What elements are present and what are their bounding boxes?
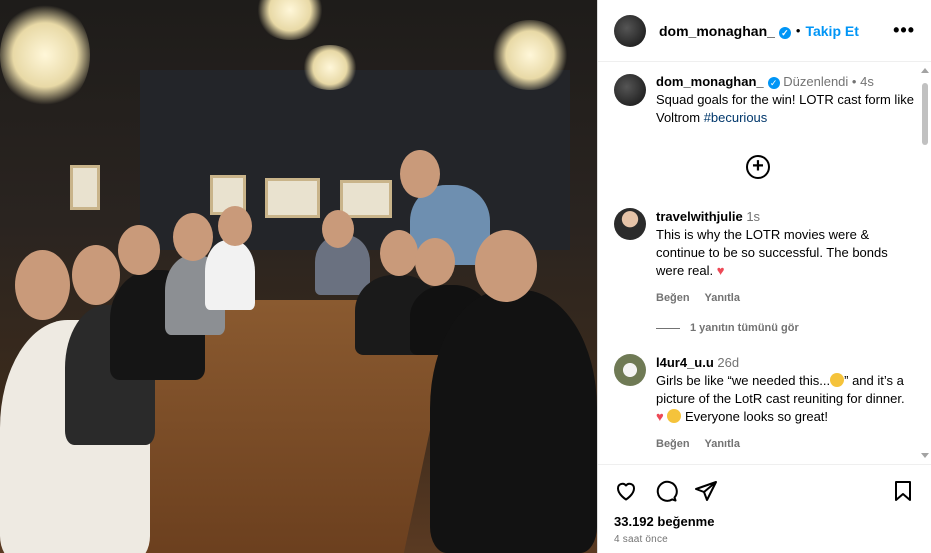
comment-avatar[interactable] [614, 208, 646, 240]
post-caption: dom_monaghan_ ✓ Düzenlendi • 4s Squad goa… [614, 73, 914, 127]
more-options-icon[interactable]: ••• [893, 20, 915, 41]
load-more-comments-icon[interactable]: + [746, 155, 770, 179]
caption-edited: Düzenlendi [783, 74, 849, 89]
like-count[interactable]: 33.192 beğenme [614, 514, 714, 529]
comment-body: l4ur4_u.u 26d Girls be like “we needed t… [656, 354, 914, 453]
photo-head [15, 250, 70, 320]
comment-item: travelwithjulie 1s This is why the LOTR … [614, 208, 914, 307]
comments-scrollbar[interactable] [921, 65, 929, 461]
photo-wall-frame [70, 165, 100, 210]
comment-username[interactable]: travelwithjulie [656, 209, 743, 224]
photo-head [218, 206, 252, 246]
post-footer: 33.192 beğenme 4 saat önce [598, 464, 931, 553]
caption-username[interactable]: dom_monaghan_ [656, 74, 764, 89]
comment-username[interactable]: l4ur4_u.u [656, 355, 714, 370]
photo-head [72, 245, 120, 305]
caption-hashtag[interactable]: #becurious [704, 110, 768, 125]
photo-lamp [300, 45, 360, 90]
author-username[interactable]: dom_monaghan_ ✓ [659, 23, 791, 39]
photo-head [400, 150, 440, 198]
photo-head [475, 230, 537, 302]
scroll-up-arrow-icon[interactable] [921, 68, 929, 73]
replies-line [656, 327, 680, 329]
comment-body: travelwithjulie 1s This is why the LOTR … [656, 208, 914, 307]
reply-comment-button[interactable]: Yanıtla [704, 438, 739, 450]
bookmark-icon[interactable] [891, 479, 915, 503]
comments-list: dom_monaghan_ ✓ Düzenlendi • 4s Squad goa… [598, 62, 931, 464]
caption-body: dom_monaghan_ ✓ Düzenlendi • 4s Squad goa… [656, 73, 914, 127]
photo-person [430, 290, 597, 553]
comment-text: Everyone looks so great! [681, 409, 829, 424]
share-send-icon[interactable] [694, 479, 718, 503]
comment-avatar[interactable] [614, 354, 646, 386]
reply-comment-button[interactable]: Yanıtla [704, 292, 739, 304]
comment-age: 26d [717, 355, 740, 370]
like-comment-button[interactable]: Beğen [656, 438, 690, 450]
caption-avatar[interactable] [614, 74, 646, 106]
scroll-down-arrow-icon[interactable] [921, 453, 929, 458]
red-heart-emoji-icon: ♥ [656, 409, 664, 424]
like-heart-icon[interactable] [614, 479, 638, 503]
caption-text: Squad goals for the win! LOTR cast form … [656, 92, 914, 125]
post-photo[interactable] [0, 0, 597, 553]
separator-dot: • [795, 23, 801, 38]
photo-head [118, 225, 160, 275]
post-sidebar: dom_monaghan_ ✓ • Takip Et ••• dom_monagh… [597, 0, 931, 553]
caption-age: 4s [860, 74, 874, 89]
verified-badge-icon: ✓ [778, 26, 791, 39]
author-avatar[interactable] [614, 14, 646, 47]
separator-dot: • [851, 74, 857, 89]
post-header: dom_monaghan_ ✓ • Takip Et ••• [598, 0, 931, 62]
post-actions [614, 479, 718, 503]
photo-lamp [0, 0, 90, 110]
photo-lamp [255, 0, 325, 40]
comment-actions: Beğen Yanıtla [656, 435, 914, 453]
view-replies-button[interactable]: 1 yanıtın tümünü gör [656, 322, 799, 334]
photo-wall-frame [340, 180, 392, 218]
comment-text: This is why the LOTR movies were & conti… [656, 227, 888, 278]
photo-person [205, 240, 255, 310]
grimacing-face-emoji-icon [667, 409, 682, 423]
red-heart-emoji-icon: ♥ [716, 263, 725, 278]
comment-age: 1s [746, 209, 761, 224]
follow-button[interactable]: Takip Et [805, 23, 858, 39]
like-comment-button[interactable]: Beğen [656, 292, 690, 304]
photo-head [173, 213, 213, 261]
unamused-face-emoji-icon [830, 373, 845, 387]
photo-head [322, 210, 354, 248]
photo-lamp [490, 20, 570, 90]
view-replies-label: 1 yanıtın tümünü gör [690, 322, 799, 334]
comment-bubble-icon[interactable] [654, 479, 678, 503]
comment-item: l4ur4_u.u 26d Girls be like “we needed t… [614, 354, 914, 453]
post-time[interactable]: 4 saat önce [614, 534, 668, 545]
photo-head [380, 230, 418, 276]
photo-head [415, 238, 455, 286]
verified-badge-icon: ✓ [767, 77, 780, 89]
comment-actions: Beğen Yanıtla [656, 289, 914, 307]
photo-wall-frame [265, 178, 320, 218]
scrollbar-thumb[interactable] [922, 83, 928, 145]
comment-text: Girls be like “we needed this... [656, 373, 831, 388]
